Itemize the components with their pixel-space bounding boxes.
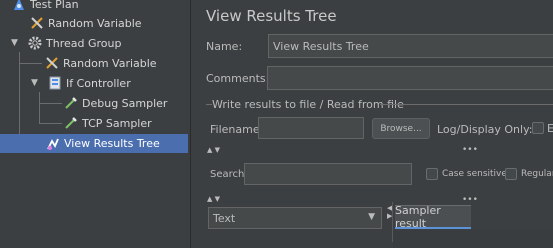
tab-sampler-result[interactable]: Sampler result [395,204,471,230]
name-label: Name: [206,40,243,53]
pipette-icon [65,117,77,129]
split-handle-icon[interactable]: ••• [462,145,478,155]
regular-expression-label: Regular [521,169,553,179]
tree-item-debug-sampler[interactable]: Debug Sampler [64,93,167,113]
case-sensitive-label: Case sensitive [442,169,507,179]
renderer-select[interactable]: Text ▼ [208,207,382,229]
tree-item-label: Thread Group [46,36,122,50]
split-handle-icon[interactable]: ••• [462,195,478,205]
filename-field[interactable] [258,117,364,139]
tree-item-label: Random Variable [48,16,142,30]
split-arrows-icon[interactable]: ▲ ▼ [207,195,220,203]
filename-label: Filename [210,123,260,136]
random-variable-icon [31,17,43,29]
page-title: View Results Tree [206,7,337,25]
chevron-down-icon[interactable]: ▼ [11,38,18,48]
tree-item-random-variable[interactable]: Random Variable [30,13,142,33]
tree-item-label: View Results Tree [64,137,160,150]
sampler-result-content [393,230,553,248]
write-results-group-label: Write results to file / Read from file [212,98,404,111]
view-results-tree-panel: View Results Tree Name: View Results Tre… [198,0,553,248]
tree-connector [40,123,62,124]
chevron-down-icon: ▼ [368,212,375,222]
pipette-icon [65,97,77,109]
errors-checkbox[interactable] [532,122,544,134]
regular-expression-checkbox[interactable] [505,168,517,180]
tree-item-label: TCP Sampler [82,116,152,130]
tree-item-label: Random Variable [63,56,157,70]
log-display-label: Log/Display Only: [437,123,533,136]
tree-connector [40,103,62,104]
name-field[interactable]: View Results Tree [268,34,553,58]
case-sensitive-checkbox[interactable] [426,168,438,180]
test-plan-tree: Test Plan Random Variable ▼ Thread Group… [0,0,190,248]
tree-item-random-variable[interactable]: Random Variable [45,53,157,73]
gear-icon [28,36,42,50]
search-label: Search: [210,169,248,180]
listener-icon [47,138,59,150]
tree-connector [20,63,42,64]
random-variable-icon [46,57,58,69]
renderer-select-value: Text [213,211,236,225]
tree-connector [39,92,40,124]
tree-connector [19,52,20,144]
tree-item-tcp-sampler[interactable]: TCP Sampler [64,113,152,133]
comments-field[interactable] [267,66,553,90]
tree-item-label: Test Plan [30,0,79,11]
errors-checkbox-label: E [547,122,553,135]
group-border [380,104,553,105]
split-arrows-icon[interactable]: ▲ ▼ [207,146,220,154]
chevron-down-icon[interactable]: ▼ [31,78,38,88]
tree-item-test-plan[interactable]: Test Plan [12,0,79,14]
tree-item-if-controller[interactable]: If Controller [48,73,131,93]
if-controller-icon [49,76,61,90]
tree-item-label: If Controller [66,76,131,90]
test-plan-icon [14,0,24,10]
browse-button[interactable]: Browse... [372,118,430,139]
tree-item-view-results-tree[interactable]: View Results Tree [0,134,188,153]
tree-item-thread-group[interactable]: Thread Group [28,33,121,53]
comments-label: Comments: [206,72,270,85]
tree-item-label: Debug Sampler [82,96,168,110]
search-input[interactable] [244,163,412,185]
